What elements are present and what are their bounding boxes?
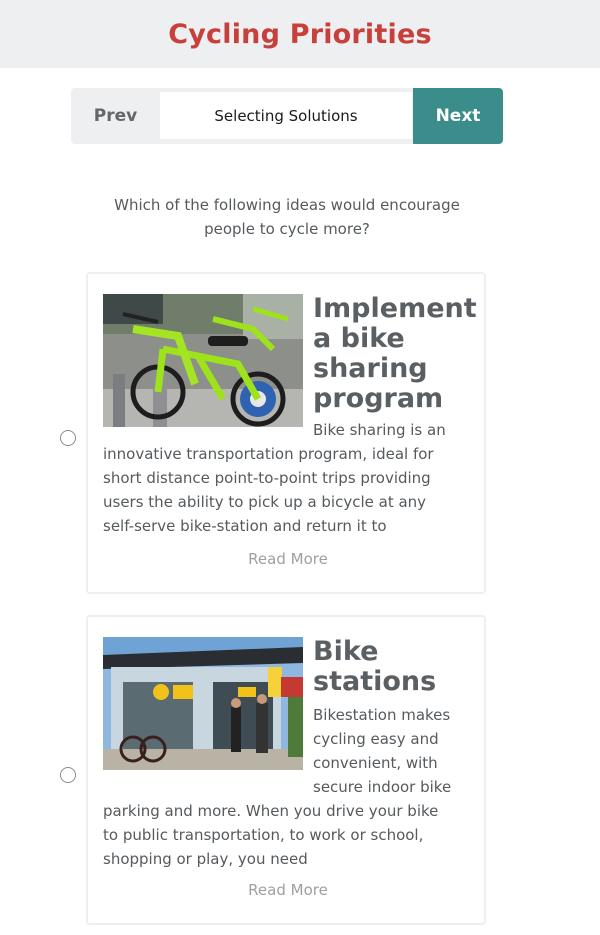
option-description-side: cycling easy and bbox=[313, 730, 439, 748]
option-description-line: parking and more. When you drive your bi… bbox=[103, 802, 439, 820]
page-title: Cycling Priorities bbox=[168, 18, 432, 50]
question-text: Which of the following ideas would encou… bbox=[114, 196, 460, 238]
option-card-bike-sharing[interactable]: Implement a bike sharing program Bike sh… bbox=[86, 272, 486, 594]
option-description-line: shopping or play, you need bbox=[103, 850, 308, 868]
option-description-side: Bikestation makes bbox=[313, 706, 451, 724]
bike-share-image bbox=[103, 294, 303, 427]
option-description-line: users the ability to pick up a bicycle a… bbox=[103, 493, 427, 511]
option-description-line: short distance point-to-point trips prov… bbox=[103, 469, 431, 487]
option-radio-bike-sharing[interactable] bbox=[60, 430, 76, 446]
option-radio-bike-stations[interactable] bbox=[60, 767, 76, 783]
option-description-side: secure indoor bike bbox=[313, 778, 452, 796]
option-description-side: convenient, with bbox=[313, 754, 438, 772]
option-description-line: self-serve bike-station and return it to bbox=[103, 517, 387, 535]
option-description-line: innovative transportation program, ideal… bbox=[103, 445, 434, 463]
bike-station-image bbox=[103, 637, 303, 770]
step-navigation: Prev Selecting Solutions Next bbox=[71, 88, 503, 144]
app-header: Cycling Priorities bbox=[0, 0, 600, 68]
option-description-side: Bike sharing is an bbox=[313, 421, 446, 439]
read-more-link[interactable]: Read More bbox=[88, 550, 488, 568]
prev-button[interactable]: Prev bbox=[71, 88, 160, 144]
read-more-link[interactable]: Read More bbox=[88, 881, 488, 899]
option-title: Bike stations bbox=[313, 636, 437, 697]
option-title: Implement a bike sharing program bbox=[313, 293, 477, 414]
option-description-line: to public transportation, to work or sch… bbox=[103, 826, 424, 844]
current-step-label: Selecting Solutions bbox=[160, 92, 412, 139]
next-button[interactable]: Next bbox=[413, 88, 503, 144]
option-card-bike-stations[interactable]: Bike stations Bikestation makes cycling … bbox=[86, 615, 486, 925]
